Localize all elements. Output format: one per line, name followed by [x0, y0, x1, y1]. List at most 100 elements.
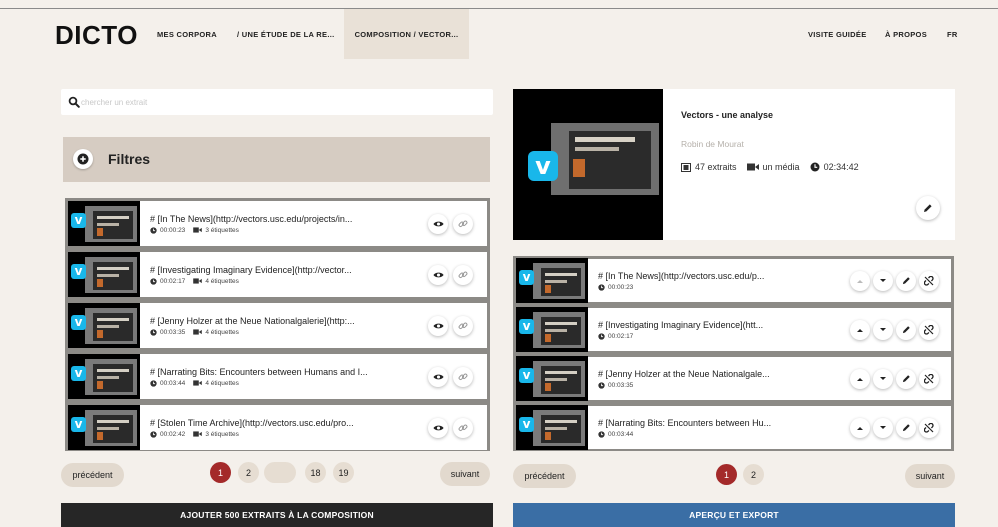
language-switch[interactable]: FR: [947, 9, 958, 59]
header: DICTO MES CORPORA / UNE ÉTUDE DE LA RE..…: [0, 9, 998, 59]
edit-extract-button[interactable]: [896, 270, 916, 291]
list-item[interactable]: v # [In The News](http://vectors.usc.edu…: [516, 258, 951, 303]
link-icon: [458, 373, 468, 380]
list-item[interactable]: v # [Investigating Imaginary Evidence](h…: [516, 307, 951, 352]
remove-extract-button[interactable]: [919, 270, 939, 291]
video-icon: [193, 431, 203, 437]
eye-icon: [432, 374, 444, 379]
page-2-button[interactable]: 2: [743, 464, 764, 485]
link-button[interactable]: [453, 366, 473, 387]
extract-title: # [In The News](http://vectors.usc.edu/p…: [150, 213, 353, 224]
eye-icon: [432, 323, 444, 328]
video-icon: [193, 329, 203, 335]
page-2-button[interactable]: 2: [238, 462, 259, 483]
eye-icon: [432, 221, 444, 226]
extract-thumbnail: v: [516, 405, 588, 450]
extract-thumbnail: v: [516, 258, 588, 303]
nav-breadcrumb-etude[interactable]: / UNE ÉTUDE DE LA RE...: [237, 9, 334, 59]
move-up-button[interactable]: [850, 319, 870, 340]
list-item[interactable]: v # [Stolen Time Archive](http://vectors…: [68, 405, 487, 450]
nav-visite-guidee[interactable]: VISITE GUIDÉE: [808, 9, 867, 59]
chevron-down-icon: [880, 425, 886, 429]
page-18-button[interactable]: 18: [305, 462, 326, 483]
extract-time: 00:03:35: [608, 381, 634, 389]
list-item[interactable]: v # [Investigating Imaginary Evidence](h…: [68, 252, 487, 297]
link-icon: [458, 220, 468, 227]
video-icon: [193, 227, 203, 233]
move-up-button[interactable]: [850, 270, 870, 291]
chevron-down-icon: [880, 327, 886, 331]
video-icon: [193, 278, 203, 284]
clock-icon: [150, 430, 157, 438]
pencil-icon: [902, 277, 910, 285]
nav-a-propos[interactable]: À PROPOS: [885, 9, 927, 59]
next-page-button[interactable]: suivant: [905, 464, 955, 488]
plus-circle-icon[interactable]: [73, 149, 93, 169]
preview-export-button[interactable]: APERÇU ET EXPORT: [513, 503, 955, 527]
preview-button[interactable]: [428, 213, 448, 234]
link-button[interactable]: [453, 213, 473, 234]
link-button[interactable]: [453, 315, 473, 336]
extract-tags: 4 étiquettes: [205, 277, 239, 285]
move-down-button[interactable]: [873, 417, 893, 438]
prev-page-button[interactable]: précédent: [61, 463, 124, 487]
chevron-up-icon: [857, 279, 863, 283]
edit-extract-button[interactable]: [896, 319, 916, 340]
remove-extract-button[interactable]: [919, 368, 939, 389]
extract-title: # [Narrating Bits: Encounters between Hu…: [598, 417, 772, 428]
film-icon: [681, 162, 691, 172]
clock-icon: [150, 226, 157, 234]
preview-button[interactable]: [428, 264, 448, 285]
list-item[interactable]: v # [In The News](http://vectors.usc.edu…: [68, 201, 487, 246]
page-19-button[interactable]: 19: [333, 462, 354, 483]
extract-time: 00:02:17: [160, 277, 186, 285]
search-input[interactable]: [81, 93, 481, 111]
preview-button[interactable]: [428, 366, 448, 387]
next-page-button[interactable]: suivant: [440, 462, 490, 486]
clock-icon: [150, 328, 157, 336]
app-logo[interactable]: DICTO: [55, 20, 138, 51]
list-item[interactable]: v # [Jenny Holzer at the Neue Nationalga…: [68, 303, 487, 348]
extract-thumbnail: v: [68, 201, 140, 246]
vimeo-logo-icon: v: [519, 368, 534, 383]
chevron-up-icon: [857, 328, 863, 332]
edit-extract-button[interactable]: [896, 368, 916, 389]
composition-duration: 02:34:42: [823, 162, 859, 172]
nav-breadcrumb-composition[interactable]: COMPOSITION / VECTOR...: [344, 9, 469, 59]
move-down-button[interactable]: [873, 270, 893, 291]
extracts-count: 47 extraits: [695, 162, 737, 172]
composition-title: Vectors - une analyse: [681, 110, 774, 120]
list-item[interactable]: v # [Jenny Holzer at the Neue Nationalga…: [516, 356, 951, 401]
remove-extract-button[interactable]: [919, 319, 939, 340]
link-icon: [458, 322, 468, 329]
extract-tags: 4 étiquettes: [205, 328, 239, 336]
unlink-icon: [924, 324, 934, 335]
edit-composition-button[interactable]: [916, 196, 940, 220]
page-1-button[interactable]: 1: [210, 462, 231, 483]
extracts-list[interactable]: v # [In The News](http://vectors.usc.edu…: [65, 198, 490, 451]
extract-time: 00:03:44: [608, 430, 634, 438]
preview-button[interactable]: [428, 315, 448, 336]
link-button[interactable]: [453, 264, 473, 285]
link-button[interactable]: [453, 417, 473, 438]
move-up-button[interactable]: [850, 417, 870, 438]
remove-extract-button[interactable]: [919, 417, 939, 438]
extract-time: 00:00:23: [160, 226, 186, 234]
add-extracts-button[interactable]: AJOUTER 500 EXTRAITS À LA COMPOSITION: [61, 503, 493, 527]
list-item[interactable]: v # [Narrating Bits: Encounters between …: [516, 405, 951, 450]
move-down-button[interactable]: [873, 319, 893, 340]
filters-panel[interactable]: Filtres: [63, 137, 490, 182]
composition-card: v Vectors - une analyse Robin de Mourat …: [513, 89, 955, 240]
page-1-button[interactable]: 1: [716, 464, 737, 485]
preview-button[interactable]: [428, 417, 448, 438]
move-down-button[interactable]: [873, 368, 893, 389]
unlink-icon: [924, 373, 934, 384]
composition-extracts-list[interactable]: v # [In The News](http://vectors.usc.edu…: [513, 256, 954, 451]
extract-time: 00:03:44: [160, 379, 186, 387]
prev-page-button[interactable]: précédent: [513, 464, 576, 488]
vimeo-logo-icon: v: [71, 315, 86, 330]
edit-extract-button[interactable]: [896, 417, 916, 438]
move-up-button[interactable]: [850, 368, 870, 389]
list-item[interactable]: v # [Narrating Bits: Encounters between …: [68, 354, 487, 399]
nav-mes-corpora[interactable]: MES CORPORA: [157, 9, 217, 59]
